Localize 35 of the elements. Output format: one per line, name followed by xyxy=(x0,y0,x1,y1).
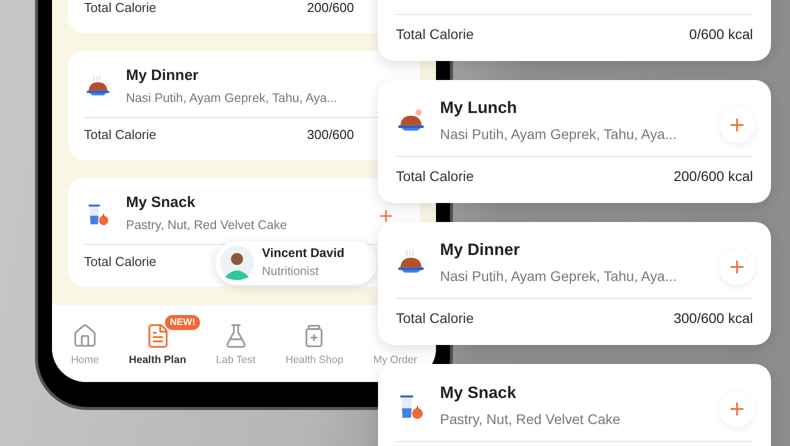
add-button[interactable] xyxy=(719,391,755,427)
total-calorie-value: 200/600 kcal xyxy=(674,167,753,186)
total-calorie-value: 300/600 xyxy=(307,126,354,144)
nav-tab[interactable]: My Order xyxy=(373,352,417,368)
meal-title: My Lunch xyxy=(440,98,518,119)
total-calorie-label: Total Calorie xyxy=(84,0,156,17)
total-calorie-value: 0/600 kcal xyxy=(689,25,753,44)
nutritionist-role: Nutritionist xyxy=(262,263,320,280)
nav-tab[interactable]: Health Shop xyxy=(286,322,344,368)
meal-items: Nasi Putih, Ayam Geprek, Tahu, Aya... xyxy=(440,267,677,286)
meal-title: My Snack xyxy=(126,193,196,213)
plus-icon xyxy=(377,207,395,225)
total-calorie-label: Total Calorie xyxy=(84,126,156,144)
total-calorie-label: Total Calorie xyxy=(396,167,474,186)
meal-items: Pastry, Nut, Red Velvet Cake xyxy=(126,217,287,234)
total-calorie-label: Total Calorie xyxy=(396,25,474,44)
total-calorie-value: 200/600 xyxy=(307,0,354,17)
home-icon xyxy=(72,322,98,349)
avatar-icon xyxy=(220,246,254,280)
meal-title: My Dinner xyxy=(440,240,521,261)
total-calorie-label: Total Calorie xyxy=(84,252,156,271)
meal-items: Nasi Putih, Ayam Geprek, Tahu, Aya... xyxy=(440,125,677,144)
meal-items: Nasi Putih, Ayam Geprek, Tahu, Aya... xyxy=(126,90,338,107)
add-button[interactable] xyxy=(719,249,755,285)
nav-tab[interactable]: Lab Test xyxy=(216,322,256,368)
total-calorie-label: Total Calorie xyxy=(396,309,474,328)
add-button[interactable] xyxy=(719,107,755,143)
meal-title: My Snack xyxy=(440,383,518,404)
meal-title: My Dinner xyxy=(126,66,200,86)
total-calorie-value: 300/600 kcal xyxy=(674,309,753,328)
nutritionist-name: Vincent David xyxy=(262,245,344,261)
nav-tab[interactable]: Home xyxy=(70,322,99,368)
nutritionist-chip[interactable]: Vincent David Nutritionist xyxy=(215,241,377,285)
new-badge: NEW! xyxy=(164,314,200,330)
meal-items: Pastry, Nut, Red Velvet Cake xyxy=(440,410,620,429)
